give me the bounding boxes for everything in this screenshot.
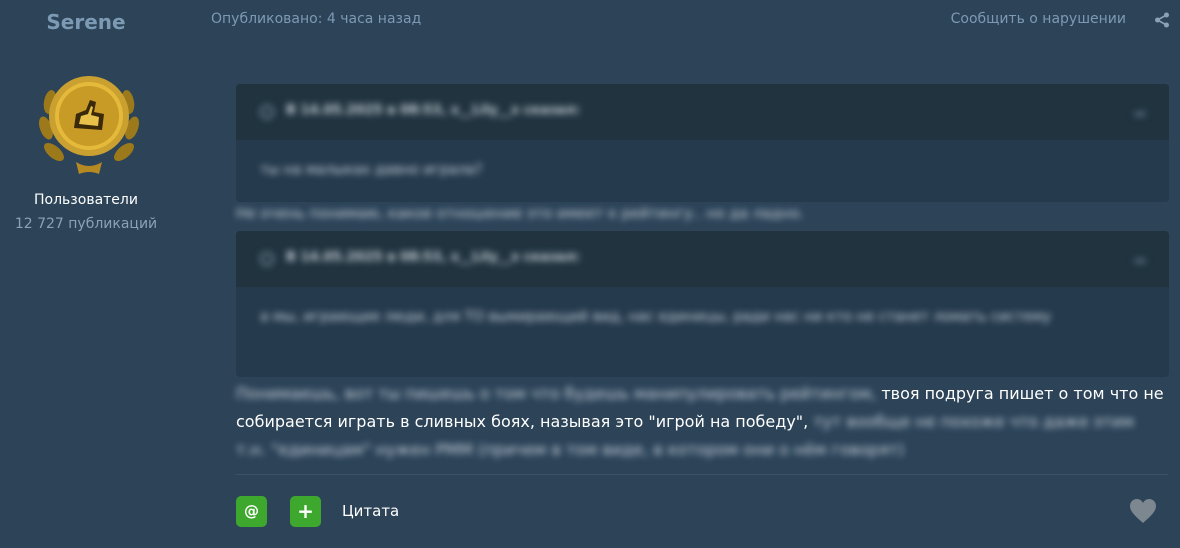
quote-author-icon bbox=[260, 105, 274, 119]
quote-text: а мы, играющие люди, для ТО вымирающий в… bbox=[260, 309, 1052, 325]
quote-text: ты на малыках давно играла? bbox=[260, 162, 483, 178]
quote-citation[interactable]: В 14.05.2025 в 08:53, x__Lily__x сказал: bbox=[286, 250, 580, 265]
message-part-blurred: Понимаешь, вот ты пишешь о том что будеш… bbox=[236, 384, 877, 403]
quote-author-icon bbox=[260, 252, 274, 266]
post-date[interactable]: Опубликовано: 4 часа назад bbox=[211, 11, 421, 27]
quote-forward-icon[interactable]: ➦ bbox=[1134, 251, 1147, 270]
multiquote-add-button[interactable]: + bbox=[290, 496, 321, 527]
mention-button[interactable]: @ bbox=[236, 496, 267, 527]
quote-block: В 14.05.2025 в 08:53, x__Lily__x сказал:… bbox=[236, 231, 1169, 377]
reply-text: Не очень понимаю, какое отношение это им… bbox=[236, 206, 805, 222]
heart-icon[interactable] bbox=[1129, 498, 1157, 524]
quote-header: В 14.05.2025 в 08:53, x__Lily__x сказал:… bbox=[236, 84, 1169, 140]
post-message: Понимаешь, вот ты пишешь о том что будеш… bbox=[236, 380, 1166, 464]
author-name[interactable]: Serene bbox=[0, 10, 172, 34]
quote-button[interactable]: Цитата bbox=[342, 502, 399, 520]
quote-header: В 14.05.2025 в 08:53, x__Lily__x сказал:… bbox=[236, 231, 1169, 287]
divider bbox=[236, 474, 1168, 475]
avatar[interactable] bbox=[36, 66, 142, 176]
author-post-count: 12 727 публикаций bbox=[14, 216, 158, 232]
report-link[interactable]: Сообщить о нарушении bbox=[951, 11, 1126, 27]
author-group: Пользователи bbox=[34, 192, 138, 208]
quote-forward-icon[interactable]: ➦ bbox=[1134, 104, 1147, 123]
quote-block: В 14.05.2025 в 08:53, x__Lily__x сказал:… bbox=[236, 84, 1169, 202]
quote-citation[interactable]: В 14.05.2025 в 08:53, x__Lily__x сказал: bbox=[286, 103, 580, 118]
share-icon[interactable] bbox=[1154, 12, 1170, 28]
